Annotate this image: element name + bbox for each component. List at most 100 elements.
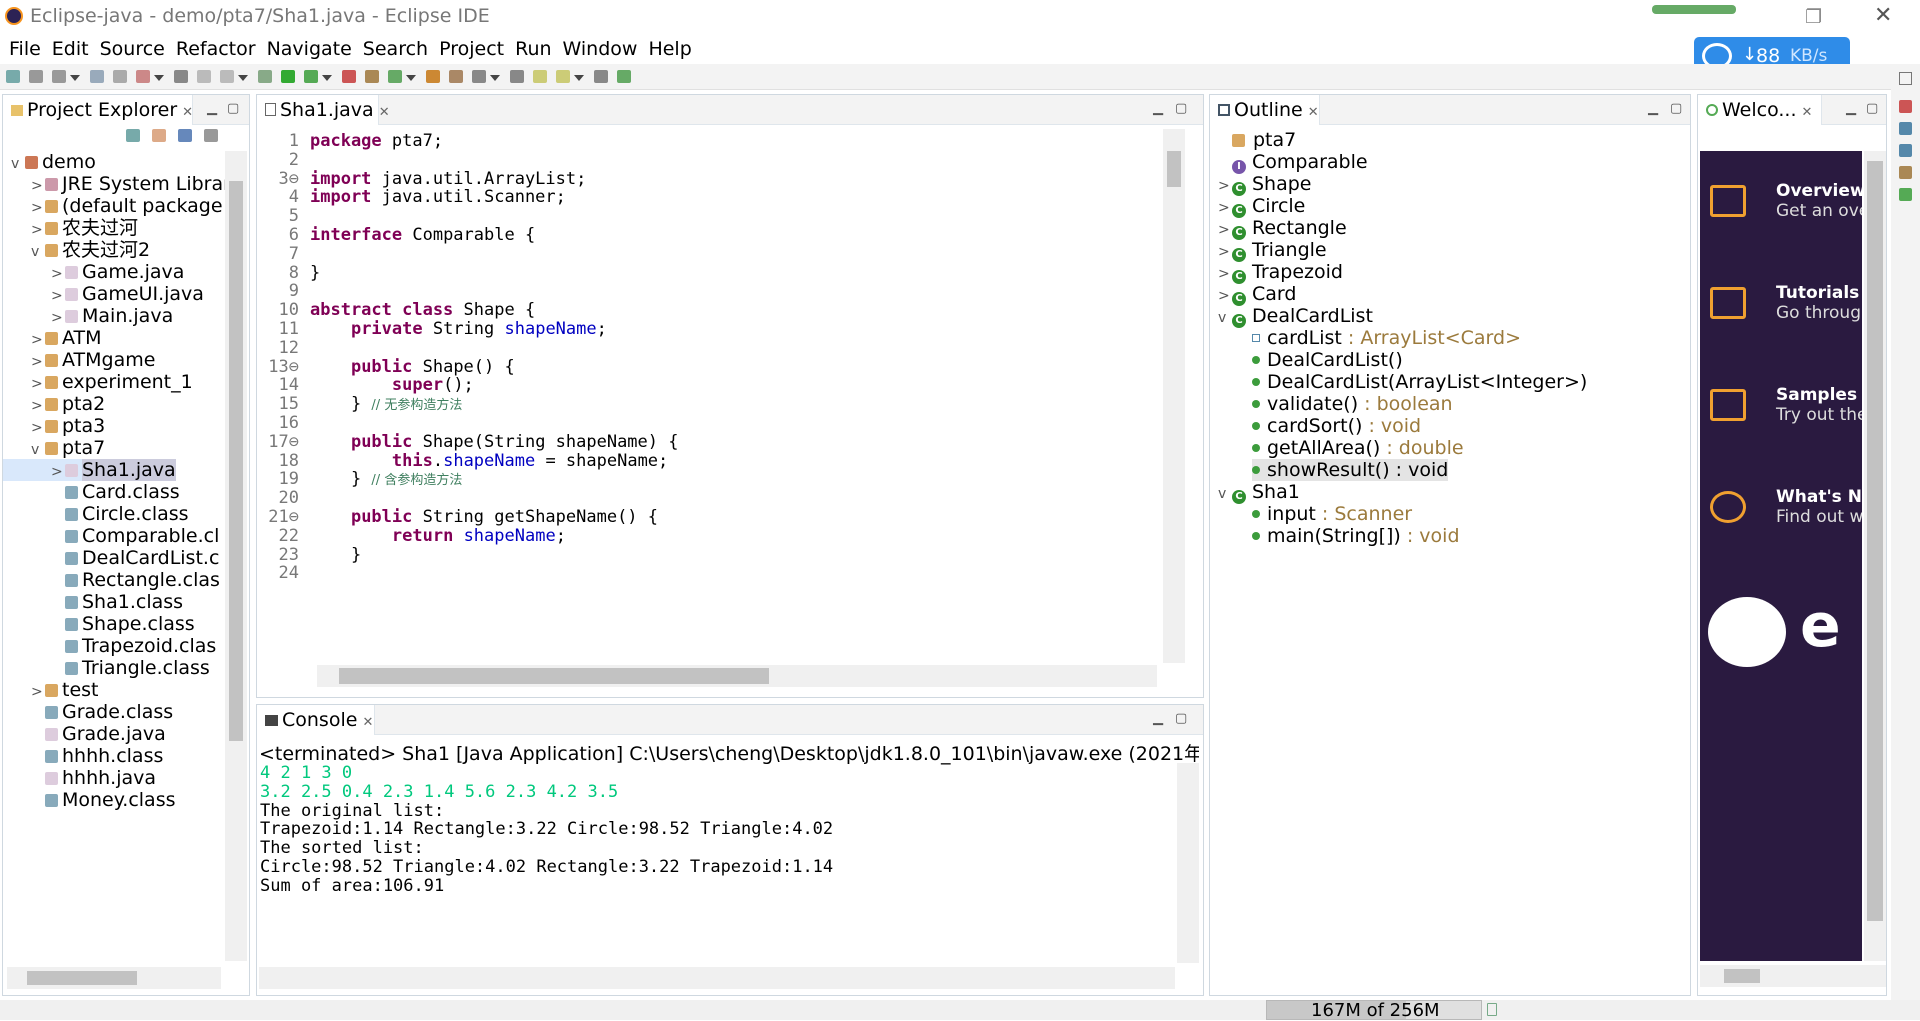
code-line[interactable]: } // 无参构造方法 (310, 394, 462, 414)
maximize-icon[interactable]: ▢ (1175, 101, 1187, 116)
link-editor-icon[interactable] (152, 129, 167, 142)
toolbar-tool-icon[interactable] (449, 70, 463, 83)
chevron-right-icon[interactable]: > (1218, 263, 1232, 285)
collapse-all-icon[interactable] (126, 129, 140, 142)
chevron-right-icon[interactable]: > (31, 175, 45, 197)
menu-navigate[interactable]: Navigate (267, 34, 352, 64)
outline-item[interactable]: cardSort() : void (1252, 415, 1421, 437)
minimize-icon[interactable]: ▁ (1153, 101, 1163, 116)
explorer-vscroll-thumb[interactable] (229, 181, 243, 741)
tree-item[interactable]: Card.class (3, 481, 180, 503)
code-line[interactable]: public String getShapeName() { (310, 507, 658, 527)
close-tab-icon[interactable]: ✕ (1802, 105, 1813, 120)
tree-item[interactable]: v pta7 (3, 437, 105, 459)
welcome-vscroll-thumb[interactable] (1867, 161, 1883, 921)
view-shortcut-icon[interactable] (1899, 188, 1912, 201)
editor-hscroll-thumb[interactable] (339, 668, 769, 684)
tree-item[interactable]: hhhh.java (3, 767, 156, 789)
view-menu-icon[interactable] (204, 129, 219, 142)
dropdown-arrow-icon[interactable] (574, 75, 584, 81)
tree-item[interactable]: Triangle.class (3, 657, 210, 679)
code-line[interactable]: private String shapeName; (310, 319, 607, 339)
outline-item[interactable]: getAllArea() : double (1252, 437, 1464, 459)
chevron-right-icon[interactable]: > (51, 307, 65, 329)
toolbar-tool-icon[interactable] (388, 70, 402, 83)
menu-help[interactable]: Help (648, 34, 691, 64)
menu-refactor[interactable]: Refactor (176, 34, 256, 64)
tree-item[interactable]: > JRE System Librar (3, 173, 225, 195)
toolbar-tool-icon[interactable] (29, 70, 43, 83)
tree-item[interactable]: v demo (3, 151, 96, 173)
code-line[interactable]: this.shapeName = shapeName; (310, 451, 668, 471)
dropdown-arrow-icon[interactable] (406, 75, 416, 81)
tree-item[interactable]: > Game.java (3, 261, 184, 283)
minimize-icon[interactable]: ▁ (1846, 101, 1856, 116)
outline-item[interactable]: showResult() : void (1252, 459, 1449, 481)
outline-item[interactable]: pta7 (1218, 129, 1296, 151)
chevron-right-icon[interactable]: > (31, 219, 45, 241)
explorer-hscroll-thumb[interactable] (27, 971, 137, 985)
menu-file[interactable]: File (9, 34, 41, 64)
menu-project[interactable]: Project (439, 34, 504, 64)
tab-outline[interactable]: Outline ✕ (1210, 95, 1320, 125)
tree-item[interactable]: Trapezoid.clas (3, 635, 216, 657)
tab-welcome[interactable]: Welco... ✕ (1698, 95, 1822, 125)
toolbar-tool-icon[interactable] (556, 70, 570, 83)
toolbar-tool-icon[interactable] (342, 70, 356, 83)
menu-edit[interactable]: Edit (52, 34, 89, 64)
minimize-icon[interactable]: ▁ (1648, 101, 1658, 116)
toolbar-tool-icon[interactable] (174, 70, 188, 83)
view-shortcut-icon[interactable] (1899, 144, 1912, 157)
tree-item[interactable]: > GameUI.java (3, 283, 204, 305)
console-hscroll[interactable] (259, 967, 1175, 989)
chevron-right-icon[interactable]: > (31, 351, 45, 373)
toolbar-tool-icon[interactable] (113, 70, 127, 83)
tree-item[interactable]: > ATMgame (3, 349, 155, 371)
code-line[interactable]: public Shape() { (310, 357, 515, 377)
outline-item[interactable]: > C Circle (1218, 195, 1305, 218)
toolbar-tool-icon[interactable] (365, 70, 379, 83)
maximize-icon[interactable]: ▢ (1866, 101, 1878, 116)
code-line[interactable]: import java.util.Scanner; (310, 187, 566, 207)
dropdown-arrow-icon[interactable] (70, 75, 80, 81)
menu-window[interactable]: Window (563, 34, 638, 64)
code-area[interactable]: 1 package pta7; 2 3⊖ import java.util.ArrayL… (263, 131, 1163, 661)
minimize-icon[interactable]: ▁ (1153, 711, 1163, 726)
maximize-icon[interactable]: ▢ (1175, 711, 1187, 726)
dropdown-arrow-icon[interactable] (322, 75, 332, 81)
code-line[interactable]: interface Comparable { (310, 225, 535, 245)
tree-item[interactable]: Money.class (3, 789, 176, 811)
tree-item[interactable]: v 农夫过河2 (3, 239, 150, 261)
outline-item[interactable]: cardList : ArrayList<Card> (1252, 327, 1521, 349)
toolbar-tool-icon[interactable] (472, 70, 486, 83)
outline-item[interactable]: > C Card (1218, 283, 1296, 306)
tree-item[interactable]: > pta3 (3, 415, 105, 437)
toolbar-tool-icon[interactable] (617, 70, 631, 83)
close-tab-icon[interactable]: ✕ (182, 105, 193, 120)
filter-icon[interactable] (178, 129, 193, 142)
tree-item[interactable]: Circle.class (3, 503, 189, 525)
outline-item[interactable]: input : Scanner (1252, 503, 1412, 525)
tab-sha1-java[interactable]: Sha1.java ✕ (257, 95, 390, 125)
tree-item[interactable]: > pta2 (3, 393, 105, 415)
close-tab-icon[interactable]: ✕ (362, 715, 373, 730)
toolbar-tool-icon[interactable] (258, 70, 272, 83)
editor-vscroll[interactable] (1163, 129, 1185, 663)
chevron-right-icon[interactable]: > (51, 263, 65, 285)
close-tab-icon[interactable]: ✕ (1308, 105, 1319, 120)
explorer-hscroll[interactable] (7, 967, 221, 989)
view-shortcut-icon[interactable] (1899, 122, 1912, 135)
view-shortcut-icon[interactable] (1899, 100, 1912, 113)
tree-item[interactable]: hhhh.class (3, 745, 163, 767)
outline-item[interactable]: > C Rectangle (1218, 217, 1347, 240)
dropdown-arrow-icon[interactable] (238, 75, 248, 81)
tree-item[interactable]: Sha1.class (3, 591, 183, 613)
garbage-collect-icon[interactable] (1487, 1003, 1497, 1016)
toolbar-tool-icon[interactable] (90, 70, 104, 83)
view-shortcut-icon[interactable] (1899, 166, 1912, 179)
outline-item[interactable]: v C DealCardList (1218, 305, 1373, 328)
code-line[interactable]: import java.util.ArrayList; (310, 169, 586, 189)
chevron-right-icon[interactable]: > (31, 197, 45, 219)
tree-item[interactable]: > (default package (3, 195, 223, 217)
outline-item[interactable]: > C Trapezoid (1218, 261, 1343, 285)
